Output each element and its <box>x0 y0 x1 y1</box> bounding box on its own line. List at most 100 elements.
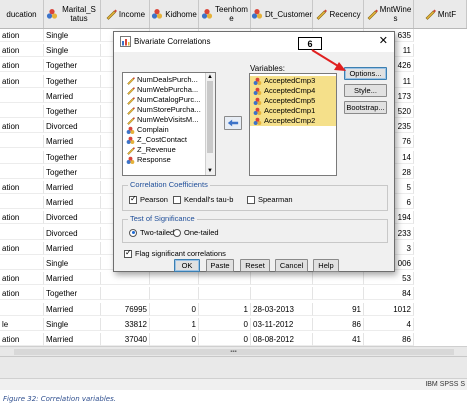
checkbox-checked-icon[interactable] <box>124 248 132 258</box>
column-header[interactable]: MntF <box>414 0 467 28</box>
scroll-up-icon[interactable]: ▲ <box>207 74 213 80</box>
one-tailed-radio[interactable]: One-tailed <box>173 228 219 237</box>
table-cell[interactable]: ation <box>0 29 44 42</box>
table-cell[interactable]: Married <box>44 89 101 103</box>
column-header[interactable]: Dt_Customer <box>251 0 313 28</box>
table-cell[interactable]: Married <box>44 272 101 286</box>
table-cell[interactable] <box>199 272 251 286</box>
table-cell[interactable]: 86 <box>364 333 414 346</box>
table-cell[interactable]: Divorced <box>44 120 101 134</box>
column-header[interactable]: Teenhom e <box>199 0 251 28</box>
table-cell[interactable] <box>150 287 199 301</box>
table-cell[interactable]: Together <box>44 165 101 179</box>
table-cell[interactable]: Married <box>44 333 101 346</box>
source-variable-item[interactable]: Complain <box>123 125 205 135</box>
table-cell[interactable]: 1 <box>150 317 199 331</box>
bootstrap-button[interactable]: Bootstrap... <box>344 101 387 114</box>
table-cell[interactable]: Single <box>44 257 101 270</box>
source-variable-item[interactable]: Z_Revenue <box>123 145 205 155</box>
table-cell[interactable]: 28-03-2013 <box>251 302 313 316</box>
table-cell[interactable] <box>101 272 150 286</box>
table-row[interactable]: le Single 33812 1 0 03-11-2012 86 4 <box>0 317 467 331</box>
table-cell[interactable]: Single <box>44 44 101 58</box>
style-button[interactable]: Style... <box>344 84 387 97</box>
selected-variable-item[interactable]: AcceptedCmp3 <box>250 76 336 86</box>
table-cell[interactable] <box>0 165 44 179</box>
table-row[interactable]: ation Together 84 <box>0 287 467 301</box>
table-cell[interactable]: ation <box>0 211 44 225</box>
checkbox-empty-icon[interactable] <box>173 195 181 204</box>
source-variable-list[interactable]: NumDealsPurch... NumWebPurcha... NumCatalo… <box>122 72 216 176</box>
table-cell[interactable]: 41 <box>313 333 364 346</box>
column-header[interactable]: Income <box>101 0 150 28</box>
table-cell[interactable]: Married <box>44 241 101 255</box>
table-cell[interactable]: 37040 <box>101 333 150 346</box>
table-row[interactable]: ation Married 53 <box>0 272 467 286</box>
radio-selected-icon[interactable] <box>129 228 137 237</box>
table-cell[interactable]: 0 <box>150 333 199 346</box>
table-cell[interactable] <box>0 196 44 210</box>
table-cell[interactable]: ation <box>0 272 44 286</box>
help-button[interactable]: Help <box>313 259 339 272</box>
table-cell[interactable] <box>0 257 44 270</box>
spearman-checkbox[interactable]: Spearman <box>247 195 293 204</box>
checkbox-checked-icon[interactable] <box>129 194 137 204</box>
source-variable-item[interactable]: NumDealsPurch... <box>123 75 205 85</box>
kendall-checkbox[interactable]: Kendall's tau-b <box>173 195 233 204</box>
column-header[interactable]: ducation <box>0 0 44 28</box>
scrollbar-thumb[interactable]: ▪▪▪ <box>13 349 454 355</box>
selected-variable-item[interactable]: AcceptedCmp5 <box>250 96 336 106</box>
table-cell[interactable] <box>0 105 44 118</box>
table-cell[interactable]: Single <box>44 317 101 331</box>
table-cell[interactable]: ation <box>0 59 44 73</box>
column-header[interactable]: MntWine s <box>364 0 414 28</box>
options-button[interactable]: Options... <box>344 67 387 80</box>
table-cell[interactable]: Married <box>44 302 101 316</box>
move-variable-button[interactable] <box>224 116 242 130</box>
paste-button[interactable]: Paste <box>206 259 234 272</box>
table-cell[interactable] <box>101 287 150 301</box>
table-cell[interactable]: 0 <box>199 317 251 331</box>
table-cell[interactable] <box>313 287 364 301</box>
source-variable-item[interactable]: NumCatalogPurc... <box>123 95 205 105</box>
table-cell[interactable] <box>313 272 364 286</box>
column-header[interactable]: Kidhome <box>150 0 199 28</box>
table-cell[interactable]: Married <box>44 196 101 210</box>
table-cell[interactable]: Together <box>44 105 101 118</box>
table-cell[interactable]: 0 <box>150 302 199 316</box>
scrollbar-thumb[interactable] <box>207 81 213 153</box>
table-cell[interactable]: 33812 <box>101 317 150 331</box>
table-cell[interactable] <box>0 226 44 240</box>
selected-variable-item[interactable]: AcceptedCmp4 <box>250 86 336 96</box>
scroll-down-icon[interactable]: ▼ <box>207 168 213 174</box>
table-cell[interactable]: 03-11-2012 <box>251 317 313 331</box>
reset-button[interactable]: Reset <box>240 259 270 272</box>
variables-list[interactable]: AcceptedCmp3 AcceptedCmp4 AcceptedCmp5 Acce… <box>249 73 337 176</box>
table-cell[interactable]: Divorced <box>44 211 101 225</box>
column-header[interactable]: Marital_S tatus <box>44 0 101 28</box>
table-cell[interactable]: 76995 <box>101 302 150 316</box>
table-cell[interactable]: ation <box>0 241 44 255</box>
table-cell[interactable]: Divorced <box>44 226 101 240</box>
source-variable-item[interactable]: NumWebPurcha... <box>123 85 205 95</box>
table-cell[interactable] <box>0 150 44 164</box>
table-cell[interactable]: Single <box>44 29 101 42</box>
table-cell[interactable]: Together <box>44 150 101 164</box>
table-cell[interactable]: ation <box>0 287 44 301</box>
table-cell[interactable]: 1012 <box>364 302 414 316</box>
table-cell[interactable]: 08-08-2012 <box>251 333 313 346</box>
column-header[interactable]: Recency <box>313 0 364 28</box>
checkbox-empty-icon[interactable] <box>247 195 255 204</box>
table-cell[interactable] <box>251 272 313 286</box>
table-cell[interactable]: Married <box>44 135 101 149</box>
ok-button[interactable]: OK <box>174 259 200 272</box>
source-variable-item[interactable]: NumStorePurcha... <box>123 105 205 115</box>
table-cell[interactable]: 1 <box>199 302 251 316</box>
table-cell[interactable]: ation <box>0 333 44 346</box>
table-cell[interactable]: Married <box>44 181 101 194</box>
close-icon[interactable]: ✕ <box>379 35 388 47</box>
table-row[interactable]: Married 76995 0 1 28-03-2013 91 1012 <box>0 302 467 316</box>
table-cell[interactable]: 86 <box>313 317 364 331</box>
table-cell[interactable] <box>199 287 251 301</box>
table-cell[interactable]: 84 <box>364 287 414 301</box>
